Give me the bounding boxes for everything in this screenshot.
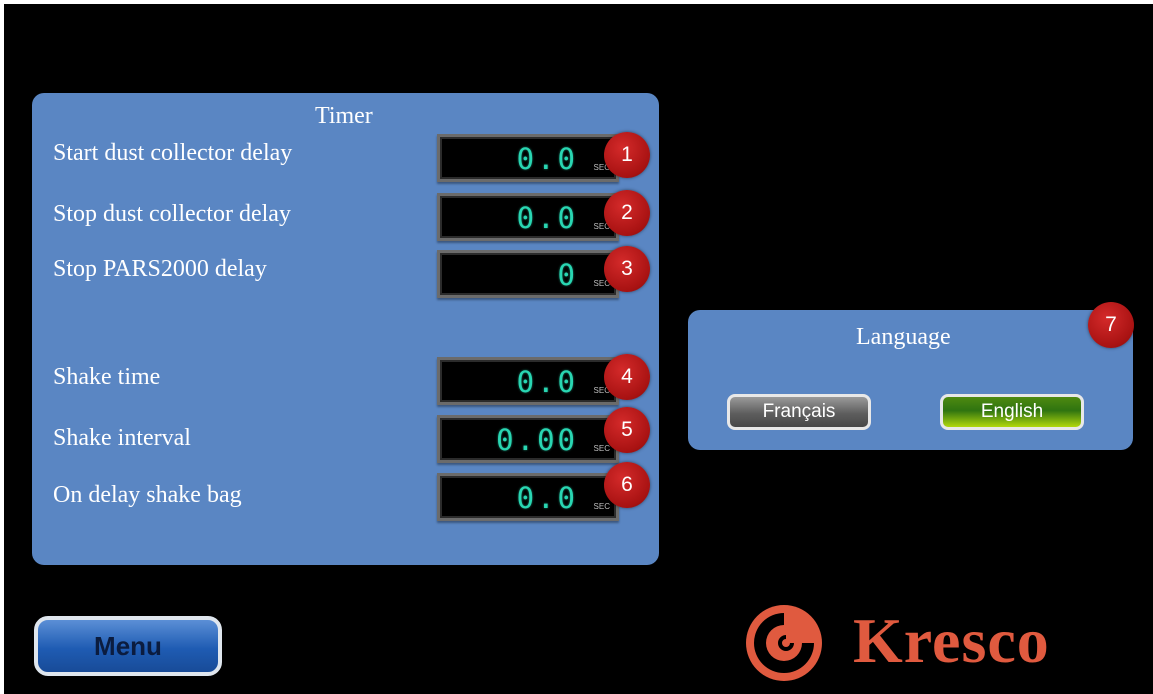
timer-panel: Timer Start dust collector delay 0.0 SEC… [32,93,659,565]
display-value: 0.0 [516,201,578,235]
callout-badge-2: 2 [604,190,650,236]
display-unit: SEC [593,444,610,453]
callout-badge-6: 6 [604,462,650,508]
shake-time-label: Shake time [53,364,161,390]
language-panel: Language Français English [688,310,1133,450]
kresco-logo: Kresco [728,599,1153,689]
kresco-swirl-icon [746,605,822,681]
timer-title: Timer [315,103,373,129]
callout-badge-7: 7 [1088,302,1134,348]
language-title: Language [856,324,951,350]
display-unit: SEC [593,502,610,511]
shake-time-field[interactable]: 0.0 SEC [437,357,619,405]
french-button[interactable]: Français [727,394,871,430]
callout-badge-3: 3 [604,246,650,292]
hmi-screen: Timer Start dust collector delay 0.0 SEC… [4,4,1153,694]
shake-interval-field[interactable]: 0.00 SEC [437,415,619,463]
display-value: 0.0 [516,481,578,515]
display-value: 0.00 [496,423,578,457]
display-value: 0 [557,258,578,292]
menu-button[interactable]: Menu [34,616,222,676]
display-value: 0.0 [516,142,578,176]
stop-pars2000-delay-label: Stop PARS2000 delay [53,256,267,282]
start-dust-collector-delay-field[interactable]: 0.0 SEC [437,134,619,182]
english-button[interactable]: English [940,394,1084,430]
shake-interval-label: Shake interval [53,425,191,451]
display-value: 0.0 [516,365,578,399]
callout-badge-4: 4 [604,354,650,400]
start-dust-collector-delay-label: Start dust collector delay [53,140,293,166]
on-delay-shake-bag-field[interactable]: 0.0 SEC [437,473,619,521]
callout-badge-1: 1 [604,132,650,178]
callout-badge-5: 5 [604,407,650,453]
stop-pars2000-delay-field[interactable]: 0 SEC [437,250,619,298]
stop-dust-collector-delay-label: Stop dust collector delay [53,201,291,227]
stop-dust-collector-delay-field[interactable]: 0.0 SEC [437,193,619,241]
on-delay-shake-bag-label: On delay shake bag [53,482,242,508]
kresco-wordmark: Kresco [853,605,1050,676]
